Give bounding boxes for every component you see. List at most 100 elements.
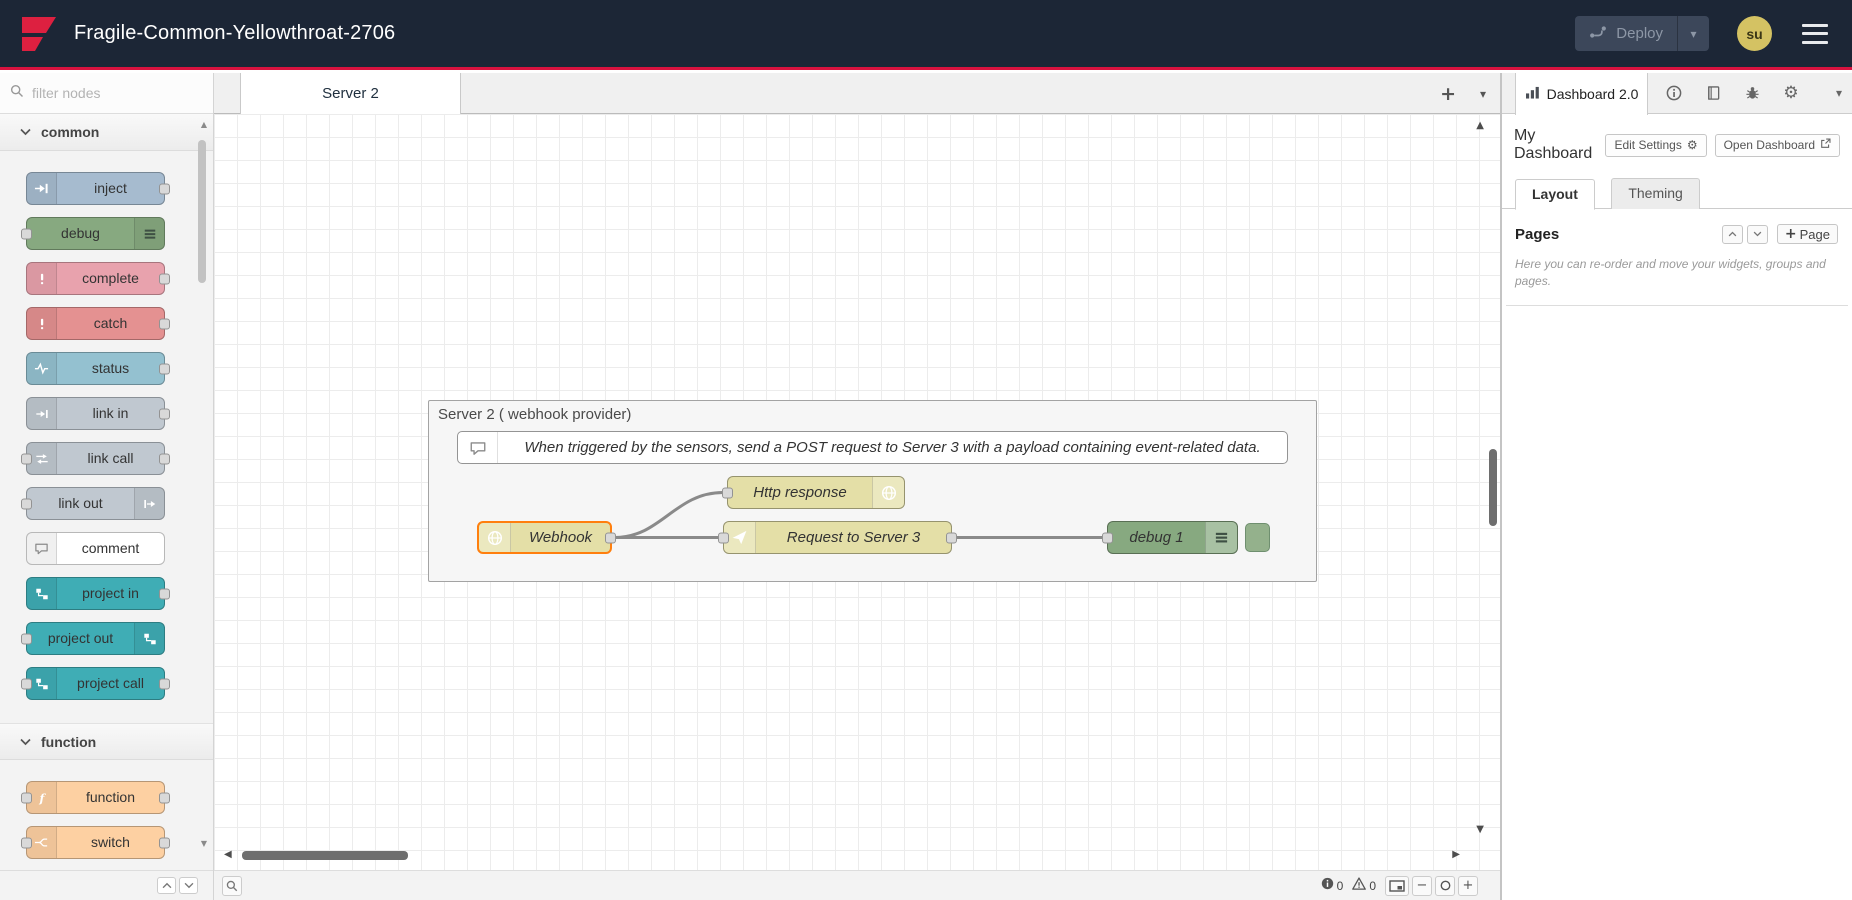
comment-icon [27, 533, 57, 564]
add-page-button[interactable]: + Page [1777, 224, 1838, 244]
minimap-toggle-button[interactable] [1385, 876, 1409, 896]
comment-node[interactable]: When triggered by the sensors, send a PO… [457, 431, 1288, 464]
chevron-down-icon [20, 733, 31, 751]
flow-tab-label: Server 2 [322, 85, 379, 102]
dashboard-panel: My Dashboard Edit Settings ⚙ Open Dashbo… [1502, 114, 1852, 900]
debug-icon [1205, 522, 1237, 553]
flow-list-button[interactable]: ▾ [1480, 73, 1486, 114]
palette-node-project-in[interactable]: project in [26, 577, 165, 610]
tab-layout[interactable]: Layout [1515, 179, 1595, 210]
flow-tab-server-2[interactable]: Server 2 [240, 73, 461, 114]
user-avatar[interactable]: su [1737, 16, 1772, 51]
palette-node-label: function [57, 782, 164, 813]
palette-node-complete[interactable]: complete [26, 262, 165, 295]
node-output-port[interactable] [605, 532, 616, 543]
palette-node-link-call[interactable]: link call [26, 442, 165, 475]
add-flow-button[interactable]: + [1440, 73, 1456, 114]
node-output-port [159, 678, 170, 689]
palette-node-comment[interactable]: comment [26, 532, 165, 565]
node-output-port [159, 363, 170, 374]
canvas-scroll-right-icon[interactable]: ▶ [1452, 849, 1460, 861]
palette-node-switch[interactable]: switch [26, 826, 165, 859]
canvas-scroll-left-icon[interactable]: ◀ [224, 849, 232, 861]
palette-node-label: project call [57, 668, 164, 699]
divider [1506, 305, 1848, 306]
deploy-options-button[interactable]: ▾ [1677, 16, 1709, 51]
expand-categories-button[interactable] [179, 877, 198, 894]
warning-count-icon[interactable] [1352, 877, 1366, 895]
move-page-up-button[interactable] [1722, 225, 1743, 244]
link-out-icon [134, 488, 164, 519]
node-output-port [159, 792, 170, 803]
deploy-icon [1589, 25, 1607, 43]
debug-tab-icon[interactable] [1740, 81, 1764, 105]
palette-scroll-up-icon[interactable]: ▲ [201, 120, 207, 130]
tab-theming[interactable]: Theming [1611, 178, 1699, 209]
node-input-port[interactable] [718, 532, 729, 543]
debug-toggle-button[interactable] [1245, 523, 1270, 552]
palette-node-catch[interactable]: catch [26, 307, 165, 340]
palette-node-project-out[interactable]: project out [26, 622, 165, 655]
zoom-reset-button[interactable] [1435, 876, 1455, 896]
info-tab-icon[interactable] [1662, 81, 1686, 105]
sidebar-tab-label: Dashboard 2.0 [1547, 86, 1639, 102]
sidebar-tab-dashboard[interactable]: Dashboard 2.0 [1515, 73, 1648, 115]
palette-node-label: project in [57, 578, 164, 609]
canvas-hscrollbar[interactable] [242, 851, 408, 860]
palette-node-label: link in [57, 398, 164, 429]
palette-node-label: switch [57, 827, 164, 858]
move-page-down-button[interactable] [1747, 225, 1768, 244]
zoom-out-button[interactable]: − [1412, 876, 1432, 896]
canvas-scroll-down-icon[interactable]: ▼ [1476, 824, 1484, 836]
globe-icon [479, 523, 511, 552]
palette-node-link-in[interactable]: link in [26, 397, 165, 430]
search-icon [10, 84, 24, 103]
flow-canvas[interactable]: Server 2 ( webhook provider) When trigge… [214, 114, 1500, 870]
node-output-port [159, 183, 170, 194]
node-label: debug 1 [1108, 522, 1205, 553]
node-input-port[interactable] [722, 487, 733, 498]
palette-node-link-out[interactable]: link out [26, 487, 165, 520]
node-input-port[interactable] [1102, 532, 1113, 543]
collapse-categories-button[interactable] [157, 877, 176, 894]
node-http-request[interactable]: Request to Server 3 [723, 521, 952, 554]
canvas-scroll-up-icon[interactable]: ▲ [1476, 120, 1484, 132]
open-dashboard-button[interactable]: Open Dashboard [1715, 134, 1840, 157]
palette-scroll-down-icon[interactable]: ▼ [201, 839, 207, 849]
palette-node-inject[interactable]: inject [26, 172, 165, 205]
palette-node-debug[interactable]: debug [26, 217, 165, 250]
plus-icon: + [1785, 226, 1797, 242]
link-in-icon [27, 398, 57, 429]
config-tab-icon[interactable]: ⚙ [1779, 81, 1803, 105]
sidebar-menu-icon[interactable]: ▾ [1836, 86, 1842, 100]
node-webhook[interactable]: Webhook [477, 521, 612, 554]
node-debug-1[interactable]: debug 1 [1107, 521, 1238, 554]
node-output-port[interactable] [946, 532, 957, 543]
palette-scroll-area[interactable]: common inject debug [0, 114, 213, 870]
zoom-in-button[interactable]: + [1458, 876, 1478, 896]
edit-settings-button[interactable]: Edit Settings ⚙ [1605, 134, 1706, 157]
palette-node-project-call[interactable]: project call [26, 667, 165, 700]
palette-category-label: function [41, 734, 96, 750]
palette-search-input[interactable] [32, 85, 182, 101]
palette-category-common[interactable]: common [0, 114, 213, 151]
palette-node-label: debug [27, 218, 134, 249]
palette-node-function[interactable]: f function [26, 781, 165, 814]
deploy-button[interactable]: Deploy ▾ [1575, 16, 1709, 51]
info-count-icon[interactable] [1321, 877, 1334, 895]
palette-category-function[interactable]: function [0, 723, 213, 760]
palette-scrollbar[interactable] [198, 140, 206, 283]
canvas-vscrollbar[interactable] [1489, 449, 1497, 526]
alert-icon [27, 308, 57, 339]
sidebar-toolbar: Dashboard 2.0 ⚙ ▾ [1502, 73, 1852, 114]
help-tab-icon[interactable] [1701, 81, 1725, 105]
palette-category-label: common [41, 124, 99, 140]
palette-node-status[interactable]: status [26, 352, 165, 385]
node-http-response[interactable]: Http response [727, 476, 905, 509]
main-area: common inject debug [0, 73, 1852, 900]
palette-search[interactable] [0, 73, 213, 114]
external-link-icon [1820, 138, 1831, 152]
main-menu-button[interactable] [1802, 24, 1828, 44]
search-flows-button[interactable] [222, 876, 242, 896]
node-input-port [21, 792, 32, 803]
